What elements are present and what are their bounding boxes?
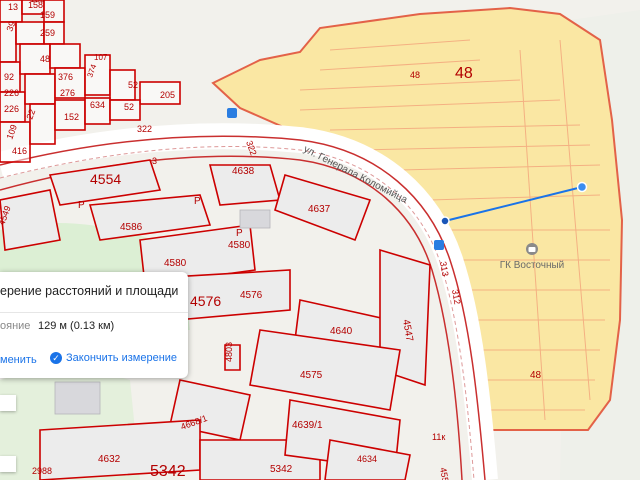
plot-number-label: 152 (64, 112, 79, 122)
map-control-button[interactable] (0, 395, 16, 411)
plot-number-label: 52 (124, 102, 134, 112)
plot-number-label: 2988 (32, 466, 52, 476)
check-circle-icon: ✓ (50, 352, 62, 364)
plot-number-label: 276 (60, 88, 75, 98)
plot-number-label: 226 (4, 88, 19, 98)
measure-panel: ерение расстояний и площади ояние 129 м … (0, 272, 188, 378)
plot-number-label: 4580 (164, 258, 187, 269)
plot-number-label: 3 (152, 156, 157, 166)
plot-number-label: 48 (410, 70, 420, 80)
plot-number-label: 5342 (150, 463, 186, 480)
plot-number-label: 205 (160, 90, 175, 100)
plot-number-label: 48 (455, 65, 473, 82)
plot-number-label: 5342 (270, 464, 293, 475)
plot-number-label: 4634 (357, 454, 377, 464)
plot-number-label: P (78, 200, 85, 211)
plot-number-label: 4575 (300, 370, 323, 381)
measure-point-start[interactable] (440, 216, 450, 226)
poi-label: ГК Восточный (500, 260, 565, 271)
plot-number-label: 150 (30, 0, 45, 4)
plot-number-label: 159 (40, 10, 55, 20)
plot-number-label: 4576 (240, 290, 263, 301)
plot-number-label: 48 (530, 370, 542, 381)
measure-point-end[interactable] (576, 181, 588, 193)
plot-number-label: 4637 (308, 204, 331, 215)
plot-number-label: 416 (12, 146, 27, 156)
finish-measure-label: Закончить измерение (66, 352, 178, 364)
plot-number-label: 107 (94, 53, 108, 62)
plot-number-label: 4638 (232, 166, 255, 177)
plot-number-label: 226 (4, 104, 19, 114)
plot-number-label: 52 (128, 80, 138, 90)
plot-number-label: 92 (4, 72, 14, 82)
map-control-button[interactable] (0, 456, 16, 472)
plot-number-label: 4632 (98, 454, 121, 465)
plot-number-label: 48 (40, 54, 50, 64)
edit-measure-link[interactable]: менить (0, 354, 37, 366)
plot-number-label: 4576 (190, 293, 221, 309)
plot-number-label: 11к (432, 432, 445, 442)
plot-number-label: 4586 (120, 222, 143, 233)
plot-number-label: 4639/1 (292, 420, 323, 431)
plot-number-label: 4640 (330, 326, 353, 337)
plot-number-label: 376 (58, 72, 73, 82)
measure-panel-title: ерение расстояний и площади (0, 284, 179, 298)
plot-number-label: 4580 (228, 240, 251, 251)
plot-number-label: P (194, 196, 201, 207)
map-canvas[interactable]: ГК Восточный ул. Генерала Коломийца 1581… (0, 0, 640, 480)
distance-label: ояние (0, 320, 31, 332)
plot-number-label: 322 (137, 124, 152, 134)
finish-measure-button[interactable]: ✓ Закончить измерение (50, 352, 177, 364)
divider (0, 312, 188, 313)
plot-number-label: 13 (8, 2, 18, 12)
plot-number-label: 634 (90, 100, 105, 110)
plot-number-label: 4803 (224, 342, 234, 362)
plot-number-label: 4554 (90, 171, 121, 187)
plot-number-label: P (236, 228, 243, 239)
parking-garage-icon[interactable] (526, 243, 538, 255)
plot-number-label: 259 (40, 28, 55, 38)
distance-value: 129 м (0.13 км) (38, 320, 115, 332)
